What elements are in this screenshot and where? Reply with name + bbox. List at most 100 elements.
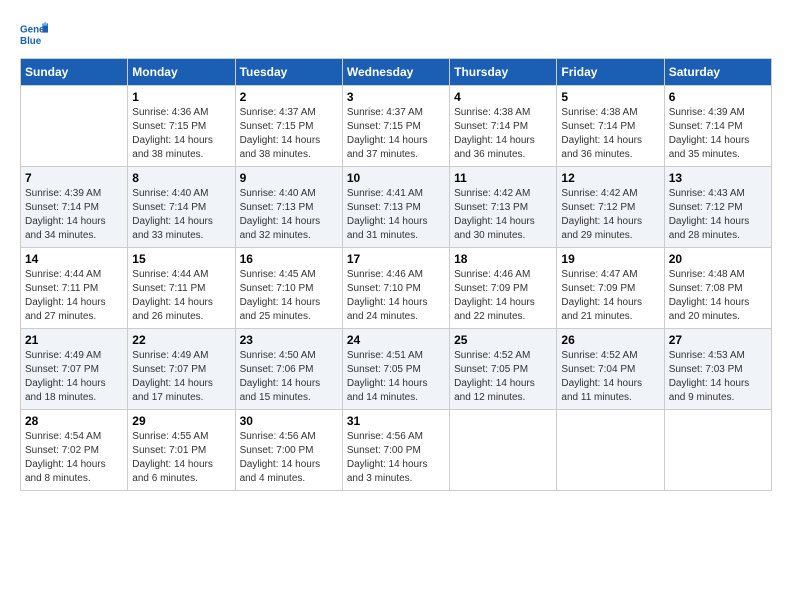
day-info: Sunrise: 4:48 AM Sunset: 7:08 PM Dayligh… — [669, 268, 767, 324]
day-number: 30 — [240, 414, 338, 428]
calendar-cell: 10 Sunrise: 4:41 AM Sunset: 7:13 PM Dayli… — [342, 167, 449, 248]
calendar-cell: 12 Sunrise: 4:42 AM Sunset: 7:12 PM Dayli… — [557, 167, 664, 248]
day-info: Sunrise: 4:47 AM Sunset: 7:09 PM Dayligh… — [561, 268, 659, 324]
weekday-header: Saturday — [664, 59, 771, 86]
calendar-cell: 27 Sunrise: 4:53 AM Sunset: 7:03 PM Dayli… — [664, 329, 771, 410]
day-number: 1 — [132, 90, 230, 104]
calendar-cell: 14 Sunrise: 4:44 AM Sunset: 7:11 PM Dayli… — [21, 248, 128, 329]
calendar-cell — [450, 410, 557, 491]
weekday-header: Sunday — [21, 59, 128, 86]
day-number: 21 — [25, 333, 123, 347]
day-info: Sunrise: 4:49 AM Sunset: 7:07 PM Dayligh… — [132, 349, 230, 405]
day-info: Sunrise: 4:49 AM Sunset: 7:07 PM Dayligh… — [25, 349, 123, 405]
calendar-cell: 13 Sunrise: 4:43 AM Sunset: 7:12 PM Dayli… — [664, 167, 771, 248]
day-number: 2 — [240, 90, 338, 104]
calendar-cell: 9 Sunrise: 4:40 AM Sunset: 7:13 PM Daylig… — [235, 167, 342, 248]
calendar-cell: 7Sunrise: 4:39 AM Sunset: 7:14 PM Daylig… — [21, 167, 128, 248]
day-number: 27 — [669, 333, 767, 347]
calendar-cell: 31 Sunrise: 4:56 AM Sunset: 7:00 PM Dayli… — [342, 410, 449, 491]
day-info: Sunrise: 4:46 AM Sunset: 7:10 PM Dayligh… — [347, 268, 445, 324]
day-info: Sunrise: 4:38 AM Sunset: 7:14 PM Dayligh… — [561, 106, 659, 162]
day-info: Sunrise: 4:45 AM Sunset: 7:10 PM Dayligh… — [240, 268, 338, 324]
calendar-cell: 25Sunrise: 4:52 AM Sunset: 7:05 PM Dayli… — [450, 329, 557, 410]
svg-text:Blue: Blue — [20, 36, 42, 47]
day-number: 4 — [454, 90, 552, 104]
day-info: Sunrise: 4:42 AM Sunset: 7:13 PM Dayligh… — [454, 187, 552, 243]
calendar-cell: 21 Sunrise: 4:49 AM Sunset: 7:07 PM Dayli… — [21, 329, 128, 410]
day-number: 12 — [561, 171, 659, 185]
day-number: 17 — [347, 252, 445, 266]
day-number: 19 — [561, 252, 659, 266]
day-number: 10 — [347, 171, 445, 185]
day-info: Sunrise: 4:41 AM Sunset: 7:13 PM Dayligh… — [347, 187, 445, 243]
day-number: 31 — [347, 414, 445, 428]
calendar-week-row: 21 Sunrise: 4:49 AM Sunset: 7:07 PM Dayli… — [21, 329, 772, 410]
day-info: Sunrise: 4:56 AM Sunset: 7:00 PM Dayligh… — [347, 430, 445, 486]
day-number: 5 — [561, 90, 659, 104]
day-info: Sunrise: 4:40 AM Sunset: 7:14 PM Dayligh… — [132, 187, 230, 243]
logo-icon: General Blue — [20, 20, 48, 48]
weekday-header-row: SundayMondayTuesdayWednesdayThursdayFrid… — [21, 59, 772, 86]
weekday-header: Thursday — [450, 59, 557, 86]
calendar-week-row: 7Sunrise: 4:39 AM Sunset: 7:14 PM Daylig… — [21, 167, 772, 248]
day-info: Sunrise: 4:51 AM Sunset: 7:05 PM Dayligh… — [347, 349, 445, 405]
calendar-cell: 24 Sunrise: 4:51 AM Sunset: 7:05 PM Dayli… — [342, 329, 449, 410]
day-number: 23 — [240, 333, 338, 347]
day-info: Sunrise: 4:40 AM Sunset: 7:13 PM Dayligh… — [240, 187, 338, 243]
day-number: 14 — [25, 252, 123, 266]
calendar-cell — [664, 410, 771, 491]
day-number: 9 — [240, 171, 338, 185]
calendar-cell: 18Sunrise: 4:46 AM Sunset: 7:09 PM Dayli… — [450, 248, 557, 329]
day-number: 22 — [132, 333, 230, 347]
calendar-cell: 5 Sunrise: 4:38 AM Sunset: 7:14 PM Daylig… — [557, 86, 664, 167]
day-number: 20 — [669, 252, 767, 266]
day-info: Sunrise: 4:39 AM Sunset: 7:14 PM Dayligh… — [669, 106, 767, 162]
calendar-cell: 30 Sunrise: 4:56 AM Sunset: 7:00 PM Dayli… — [235, 410, 342, 491]
calendar-cell: 3Sunrise: 4:37 AM Sunset: 7:15 PM Daylig… — [342, 86, 449, 167]
day-number: 29 — [132, 414, 230, 428]
day-info: Sunrise: 4:55 AM Sunset: 7:01 PM Dayligh… — [132, 430, 230, 486]
calendar-week-row: 28Sunrise: 4:54 AM Sunset: 7:02 PM Dayli… — [21, 410, 772, 491]
day-number: 8 — [132, 171, 230, 185]
calendar-cell: 2 Sunrise: 4:37 AM Sunset: 7:15 PM Daylig… — [235, 86, 342, 167]
calendar-week-row: 1 Sunrise: 4:36 AM Sunset: 7:15 PM Daylig… — [21, 86, 772, 167]
calendar-cell: 8 Sunrise: 4:40 AM Sunset: 7:14 PM Daylig… — [128, 167, 235, 248]
day-info: Sunrise: 4:53 AM Sunset: 7:03 PM Dayligh… — [669, 349, 767, 405]
day-number: 3 — [347, 90, 445, 104]
calendar-cell — [21, 86, 128, 167]
day-number: 18 — [454, 252, 552, 266]
day-info: Sunrise: 4:39 AM Sunset: 7:14 PM Dayligh… — [25, 187, 123, 243]
day-number: 24 — [347, 333, 445, 347]
calendar-table: SundayMondayTuesdayWednesdayThursdayFrid… — [20, 58, 772, 491]
weekday-header: Wednesday — [342, 59, 449, 86]
day-number: 15 — [132, 252, 230, 266]
day-number: 13 — [669, 171, 767, 185]
calendar-cell: 15 Sunrise: 4:44 AM Sunset: 7:11 PM Dayli… — [128, 248, 235, 329]
calendar-cell: 26Sunrise: 4:52 AM Sunset: 7:04 PM Dayli… — [557, 329, 664, 410]
weekday-header: Tuesday — [235, 59, 342, 86]
day-info: Sunrise: 4:56 AM Sunset: 7:00 PM Dayligh… — [240, 430, 338, 486]
day-info: Sunrise: 4:42 AM Sunset: 7:12 PM Dayligh… — [561, 187, 659, 243]
calendar-cell: 22 Sunrise: 4:49 AM Sunset: 7:07 PM Dayli… — [128, 329, 235, 410]
day-info: Sunrise: 4:36 AM Sunset: 7:15 PM Dayligh… — [132, 106, 230, 162]
calendar-cell: 4Sunrise: 4:38 AM Sunset: 7:14 PM Daylig… — [450, 86, 557, 167]
day-number: 6 — [669, 90, 767, 104]
day-info: Sunrise: 4:44 AM Sunset: 7:11 PM Dayligh… — [25, 268, 123, 324]
calendar-cell: 19 Sunrise: 4:47 AM Sunset: 7:09 PM Dayli… — [557, 248, 664, 329]
calendar-cell: 23 Sunrise: 4:50 AM Sunset: 7:06 PM Dayli… — [235, 329, 342, 410]
day-number: 28 — [25, 414, 123, 428]
day-info: Sunrise: 4:50 AM Sunset: 7:06 PM Dayligh… — [240, 349, 338, 405]
day-info: Sunrise: 4:37 AM Sunset: 7:15 PM Dayligh… — [240, 106, 338, 162]
calendar-cell: 20 Sunrise: 4:48 AM Sunset: 7:08 PM Dayli… — [664, 248, 771, 329]
day-number: 26 — [561, 333, 659, 347]
logo: General Blue — [20, 20, 52, 48]
calendar-cell: 16Sunrise: 4:45 AM Sunset: 7:10 PM Dayli… — [235, 248, 342, 329]
calendar-cell: 1 Sunrise: 4:36 AM Sunset: 7:15 PM Daylig… — [128, 86, 235, 167]
day-info: Sunrise: 4:44 AM Sunset: 7:11 PM Dayligh… — [132, 268, 230, 324]
day-info: Sunrise: 4:43 AM Sunset: 7:12 PM Dayligh… — [669, 187, 767, 243]
day-info: Sunrise: 4:52 AM Sunset: 7:05 PM Dayligh… — [454, 349, 552, 405]
weekday-header: Monday — [128, 59, 235, 86]
day-number: 11 — [454, 171, 552, 185]
calendar-cell: 11 Sunrise: 4:42 AM Sunset: 7:13 PM Dayli… — [450, 167, 557, 248]
calendar-cell — [557, 410, 664, 491]
